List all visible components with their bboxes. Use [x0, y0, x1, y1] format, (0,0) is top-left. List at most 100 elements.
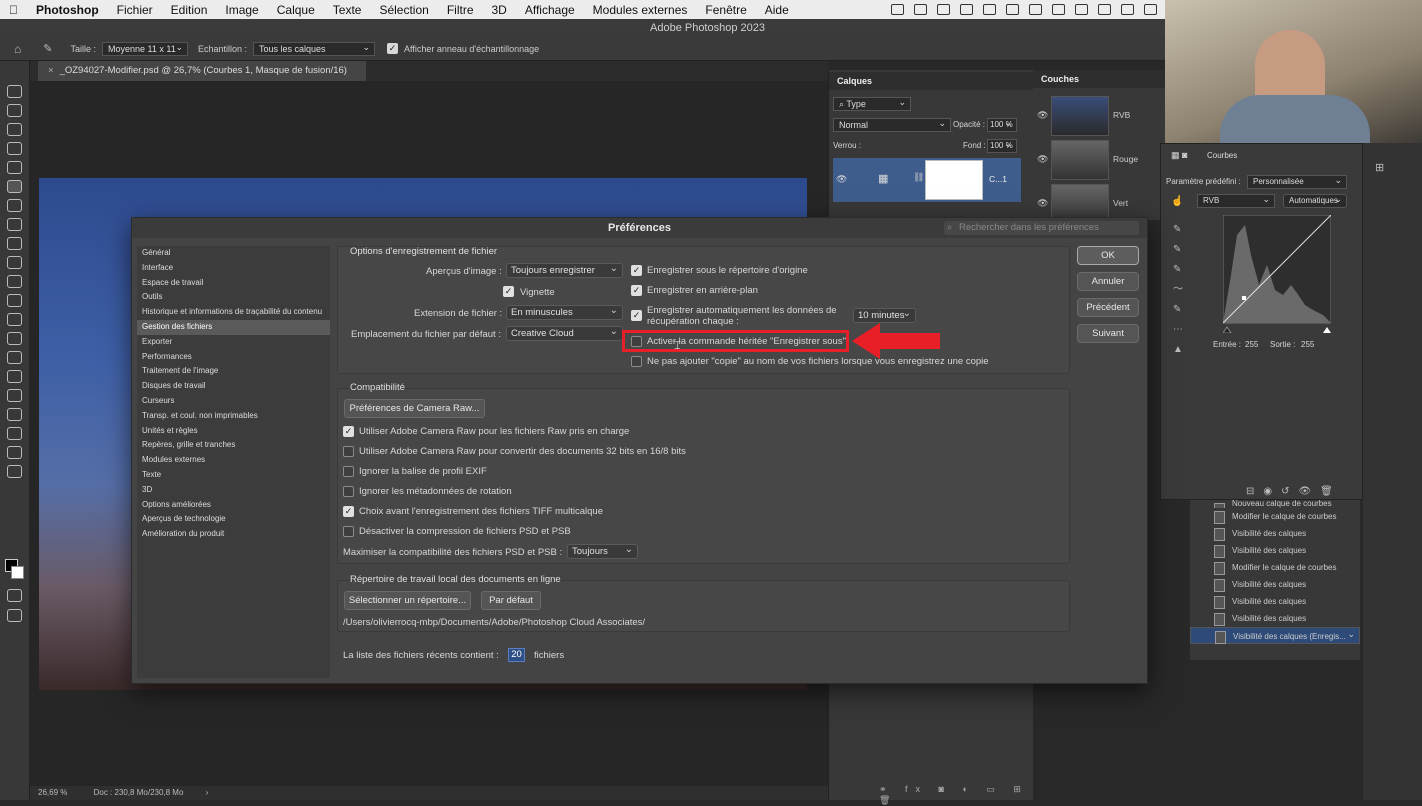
- nav-history[interactable]: Historique et informations de traçabilit…: [137, 305, 330, 320]
- status-icon[interactable]: [1052, 4, 1065, 15]
- history-item[interactable]: Visibilité des calques: [1190, 542, 1360, 559]
- menu-fenetre[interactable]: Fenêtre: [696, 3, 755, 17]
- compat-opt2-checkbox[interactable]: [343, 446, 354, 457]
- crop-tool-icon[interactable]: [7, 161, 22, 174]
- nav-general[interactable]: Général: [137, 246, 330, 261]
- quick-mask-icon[interactable]: [7, 589, 22, 602]
- auto-button[interactable]: Automatiques: [1283, 193, 1347, 208]
- screen-mode-icon[interactable]: [7, 609, 22, 622]
- select-directory-button[interactable]: Sélectionner un répertoire...: [344, 591, 471, 610]
- eyedropper-icon[interactable]: ✎: [43, 42, 52, 55]
- move-tool-icon[interactable]: [7, 85, 22, 98]
- zoom-tool-icon[interactable]: [7, 446, 22, 459]
- lasso-tool-icon[interactable]: [7, 123, 22, 136]
- menu-edition[interactable]: Edition: [162, 3, 217, 17]
- eye-icon[interactable]: 👁: [1037, 110, 1048, 121]
- blend-mode-select[interactable]: Normal: [833, 117, 951, 132]
- pen-tool-icon[interactable]: [7, 351, 22, 364]
- next-button[interactable]: Suivant: [1077, 324, 1139, 343]
- nav-plugins[interactable]: Modules externes: [137, 453, 330, 468]
- properties-footer-icons[interactable]: ⊟◉↺👁🗑: [1246, 486, 1342, 497]
- status-icon[interactable]: [914, 4, 927, 15]
- opacity-field[interactable]: 100 %: [987, 117, 1017, 132]
- background-color[interactable]: [11, 566, 24, 579]
- status-icon[interactable]: [1098, 4, 1111, 15]
- layer-row[interactable]: 👁 ▦ ⛓ C...1: [833, 158, 1021, 202]
- save-background-checkbox[interactable]: ✓: [631, 285, 642, 296]
- default-directory-button[interactable]: Par défaut: [481, 591, 541, 610]
- menu-modules[interactable]: Modules externes: [584, 3, 697, 17]
- channel-row-rvb[interactable]: 👁 RVB: [1033, 96, 1165, 140]
- save-original-checkbox[interactable]: ✓: [631, 265, 642, 276]
- previous-button[interactable]: Précédent: [1077, 298, 1139, 317]
- history-item[interactable]: Modifier le calque de courbes: [1190, 508, 1360, 525]
- layers-footer-icons[interactable]: ⚭ fx ◙ ◐ ▭ ⊞ 🗑: [879, 784, 1033, 806]
- nav-type[interactable]: Texte: [137, 468, 330, 483]
- preferences-search[interactable]: ⌕ Rechercher dans les préférences: [944, 221, 1139, 235]
- eye-icon[interactable]: 👁: [1037, 198, 1048, 209]
- history-item[interactable]: Visibilité des calques: [1190, 525, 1360, 542]
- selection-tool-icon[interactable]: [7, 142, 22, 155]
- history-item[interactable]: Nouveau calque de courbes: [1190, 500, 1360, 508]
- nav-transparency[interactable]: Transp. et coul. non imprimables: [137, 409, 330, 424]
- nav-units[interactable]: Unités et règles: [137, 424, 330, 439]
- type-tool-icon[interactable]: [7, 370, 22, 383]
- history-item[interactable]: Modifier le calque de courbes: [1190, 559, 1360, 576]
- home-icon[interactable]: ⌂: [14, 42, 21, 56]
- status-icon[interactable]: [1029, 4, 1042, 15]
- menu-3d[interactable]: 3D: [483, 3, 516, 17]
- recent-files-input[interactable]: 20: [508, 648, 525, 662]
- history-item-selected[interactable]: Visibilité des calques (Enregis...: [1190, 626, 1360, 644]
- link-icon[interactable]: ⛓: [913, 172, 924, 183]
- layers-filter-select[interactable]: ⌕ Type: [833, 96, 911, 111]
- compat-opt1-checkbox[interactable]: ✓: [343, 426, 354, 437]
- menu-selection[interactable]: Sélection: [370, 3, 437, 17]
- close-icon[interactable]: ×: [48, 65, 54, 76]
- history-item[interactable]: Visibilité des calques: [1190, 576, 1360, 593]
- compat-opt3-checkbox[interactable]: [343, 466, 354, 477]
- status-chevron-icon[interactable]: ›: [206, 788, 209, 797]
- hand-tool-icon[interactable]: [7, 427, 22, 440]
- eye-icon[interactable]: 👁: [836, 174, 847, 185]
- zoom-level[interactable]: 26,69 %: [38, 788, 67, 797]
- more-tools-icon[interactable]: [7, 465, 22, 478]
- layer-mask-thumb[interactable]: [925, 160, 983, 200]
- camera-raw-prefs-button[interactable]: Préférences de Camera Raw...: [344, 399, 485, 418]
- sample-select[interactable]: Tous les calques: [253, 41, 376, 56]
- no-copy-checkbox[interactable]: [631, 356, 642, 367]
- nav-3d[interactable]: 3D: [137, 483, 330, 498]
- status-icon[interactable]: [960, 4, 973, 15]
- status-icon[interactable]: [983, 4, 996, 15]
- curves-graph[interactable]: [1223, 215, 1331, 333]
- nav-workspace[interactable]: Espace de travail: [137, 276, 330, 291]
- apple-icon[interactable]: : [0, 3, 27, 17]
- healing-tool-icon[interactable]: [7, 199, 22, 212]
- hand-adjust-icon[interactable]: ☝: [1171, 196, 1183, 207]
- compat-opt5-checkbox[interactable]: ✓: [343, 506, 354, 517]
- stamp-tool-icon[interactable]: [7, 237, 22, 250]
- nav-image-processing[interactable]: Traitement de l'image: [137, 364, 330, 379]
- channel-row-rouge[interactable]: 👁 Rouge: [1033, 140, 1165, 184]
- status-icon[interactable]: [937, 4, 950, 15]
- channel-select[interactable]: RVB: [1197, 193, 1275, 208]
- status-icon[interactable]: [891, 4, 904, 15]
- nav-performance[interactable]: Performances: [137, 350, 330, 365]
- nav-scratch-disks[interactable]: Disques de travail: [137, 379, 330, 394]
- menu-affichage[interactable]: Affichage: [516, 3, 584, 17]
- maximize-select[interactable]: Toujours: [567, 543, 638, 559]
- nav-tech-previews[interactable]: Aperçus de technologie: [137, 512, 330, 527]
- layers-panel-title[interactable]: Calques: [829, 72, 1033, 90]
- compat-opt4-checkbox[interactable]: [343, 486, 354, 497]
- thumbnail-checkbox[interactable]: ✓: [503, 286, 514, 297]
- eyedropper-tool-icon[interactable]: [7, 180, 22, 193]
- extension-select[interactable]: En minuscules: [506, 304, 623, 320]
- nav-file-handling[interactable]: Gestion des fichiers: [137, 319, 330, 335]
- nav-interface[interactable]: Interface: [137, 261, 330, 276]
- nav-enhanced-controls[interactable]: Options améliorées: [137, 498, 330, 513]
- location-select[interactable]: Creative Cloud: [506, 325, 623, 341]
- fill-field[interactable]: 100 %: [987, 138, 1017, 153]
- menu-aide[interactable]: Aide: [756, 3, 798, 17]
- blur-tool-icon[interactable]: [7, 313, 22, 326]
- curves-tool-icons[interactable]: ✎ ✎ ✎ 〜 ✎ ⋯ ▲: [1173, 220, 1187, 355]
- eraser-tool-icon[interactable]: [7, 275, 22, 288]
